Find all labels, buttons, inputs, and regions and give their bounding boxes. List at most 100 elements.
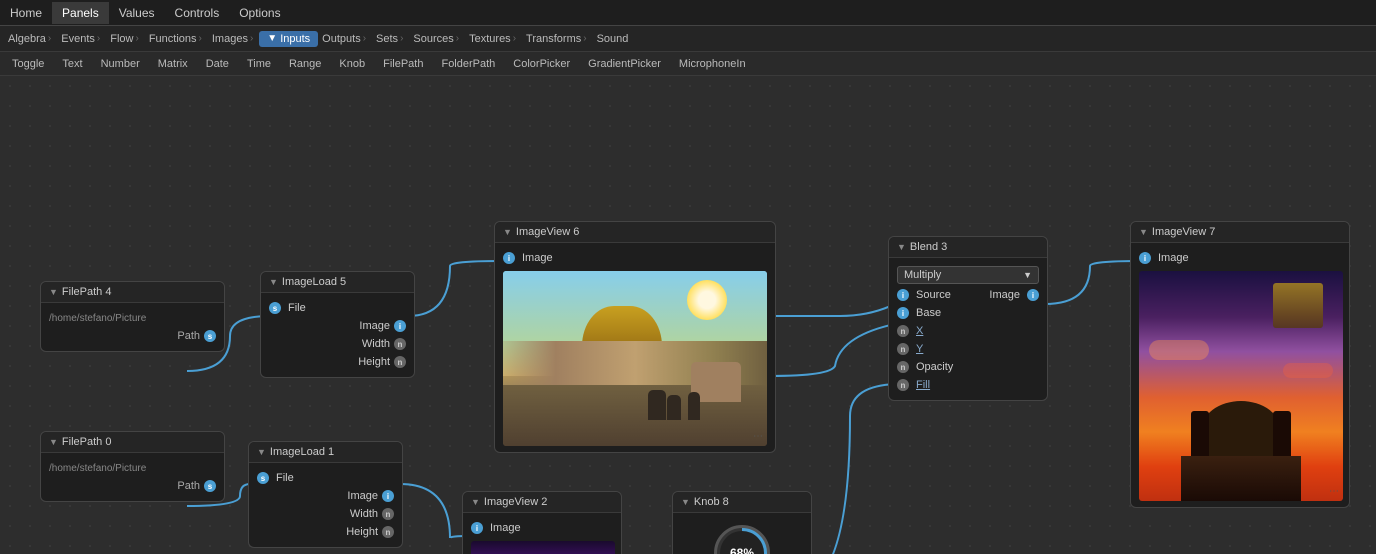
chevron-icon: › [135,33,138,44]
node-filepath0-path-port[interactable]: s [204,480,216,492]
node-imageload5-image-row: Image i [269,317,406,335]
node-blend3-source-inport[interactable]: i [897,289,909,301]
dropdown-chevron-icon: ▼ [1023,270,1032,280]
node-imageview6[interactable]: ▼ ImageView 6 i Image [494,221,776,453]
nav-algebra[interactable]: Algebra› [4,33,57,45]
node-imageview2[interactable]: ▼ ImageView 2 i Image [462,491,622,554]
menu-controls[interactable]: Controls [165,2,230,24]
nav-inputs[interactable]: ▼ Inputs [259,31,318,47]
node-imageload5-file-label: File [288,302,306,314]
nav-textures[interactable]: Textures› [465,33,522,45]
tool-matrix[interactable]: Matrix [150,56,196,72]
node-imageview7-image-label: Image [1158,252,1189,264]
node-imageload1-height-label: Height [346,526,378,538]
chevron-icon: › [48,33,51,44]
menu-panels[interactable]: Panels [52,2,109,24]
node-imageload1-header: ▼ ImageLoad 1 [249,442,402,463]
tool-toggle[interactable]: Toggle [4,56,52,72]
node-blend3-header: ▼ Blend 3 [889,237,1047,258]
nav-sets[interactable]: Sets› [372,33,409,45]
tool-microphonein[interactable]: MicrophoneIn [671,56,754,72]
menu-values[interactable]: Values [109,2,165,24]
node-imageview7-image-inport[interactable]: i [1139,252,1151,264]
node-imageload5-width-label: Width [362,338,390,350]
menu-options[interactable]: Options [229,2,290,24]
tool-text[interactable]: Text [54,56,90,72]
node-imageload1-file-row: s File [257,469,394,487]
node-filepath0-title: FilePath 0 [62,436,112,448]
node-imageload5-height-row: Height n [269,353,406,371]
node-blend3-y-inport[interactable]: n [897,343,909,355]
node-imageload5-header: ▼ ImageLoad 5 [261,272,414,293]
node-filepath4-value: /home/stefano/Picture [49,313,146,324]
collapse-icon: ▼ [503,227,512,237]
node-filepath0[interactable]: ▼ FilePath 0 /home/stefano/Picture Path … [40,431,225,502]
tool-gradientpicker[interactable]: GradientPicker [580,56,669,72]
nav-functions[interactable]: Functions› [145,33,208,45]
nav-flow[interactable]: Flow› [106,33,145,45]
node-imageload5-width-outport[interactable]: n [394,338,406,350]
tool-knob[interactable]: Knob [331,56,373,72]
tool-colorpicker[interactable]: ColorPicker [505,56,578,72]
tool-range[interactable]: Range [281,56,329,72]
node-imageload1-width-outport[interactable]: n [382,508,394,520]
node-blend3-x-inport[interactable]: n [897,325,909,337]
tool-folderpath[interactable]: FolderPath [433,56,503,72]
node-blend3-y-row: n Y [897,340,1039,358]
node-blend3[interactable]: ▼ Blend 3 Multiply ▼ i Source Image i [888,236,1048,401]
node-canvas[interactable]: ▼ FilePath 4 /home/stefano/Picture Path … [0,76,1376,554]
node-imageview6-image-inport[interactable]: i [503,252,515,264]
node-blend3-x-label: X [916,325,923,337]
grid-icon: ⋯ [1329,486,1339,497]
node-imageload5-image-label: Image [359,320,390,332]
node-imageview2-image-label: Image [490,522,521,534]
collapse-icon: ▼ [49,287,58,297]
node-imageload1-file-inport[interactable]: s [257,472,269,484]
nav-events[interactable]: Events› [57,33,106,45]
nav-sources[interactable]: Sources› [409,33,465,45]
node-imageload1-title: ImageLoad 1 [270,446,334,458]
collapse-icon: ▼ [1139,227,1148,237]
dropdown-arrow-icon: ▼ [267,33,277,44]
node-imageload1-image-outport[interactable]: i [382,490,394,502]
node-blend3-base-label: Base [916,307,941,319]
node-imageload5-image-outport[interactable]: i [394,320,406,332]
node-imageload1-image-label: Image [347,490,378,502]
tool-number[interactable]: Number [93,56,148,72]
node-imageload1-height-row: Height n [257,523,394,541]
node-blend3-fill-inport[interactable]: n [897,379,909,391]
node-imageload1[interactable]: ▼ ImageLoad 1 s File Image i Width n Hei… [248,441,403,548]
collapse-icon: ▼ [897,242,906,252]
node-filepath4-path-port[interactable]: s [204,330,216,342]
node-imageview7[interactable]: ▼ ImageView 7 i Image [1130,221,1350,508]
tool-time[interactable]: Time [239,56,279,72]
node-knob8-value-display: 68% [720,531,764,554]
node-imageload1-height-outport[interactable]: n [382,526,394,538]
chevron-icon: › [583,33,586,44]
nav-transforms[interactable]: Transforms› [522,33,593,45]
node-knob8-dial[interactable]: 68% [714,525,770,554]
node-knob8-title: Knob 8 [694,496,729,508]
node-blend3-base-inport[interactable]: i [897,307,909,319]
node-blend3-image-outport[interactable]: i [1027,289,1039,301]
node-imageview2-image-inport[interactable]: i [471,522,483,534]
node-knob8[interactable]: ▼ Knob 8 68% n Scale Value n [672,491,812,554]
nav-outputs[interactable]: Outputs› [318,33,372,45]
node-imageload5-height-outport[interactable]: n [394,356,406,368]
node-imageload5-file-inport[interactable]: s [269,302,281,314]
node-blend3-fill-label: Fill [916,379,930,391]
menu-home[interactable]: Home [0,2,52,24]
node-blend3-title: Blend 3 [910,241,947,253]
tool-filepath[interactable]: FilePath [375,56,431,72]
node-filepath4[interactable]: ▼ FilePath 4 /home/stefano/Picture Path … [40,281,225,352]
node-blend3-opacity-inport[interactable]: n [897,361,909,373]
node-blend3-mode-dropdown[interactable]: Multiply ▼ [897,266,1039,284]
node-imageview7-header: ▼ ImageView 7 [1131,222,1349,243]
tool-date[interactable]: Date [198,56,237,72]
node-imageview2-header: ▼ ImageView 2 [463,492,621,513]
nav-images[interactable]: Images› [208,33,259,45]
nav-sound[interactable]: Sound [593,33,633,45]
node-imageview6-title: ImageView 6 [516,226,579,238]
node-imageload5[interactable]: ▼ ImageLoad 5 s File Image i Width n Hei… [260,271,415,378]
node-blend3-mode-value: Multiply [904,269,941,281]
